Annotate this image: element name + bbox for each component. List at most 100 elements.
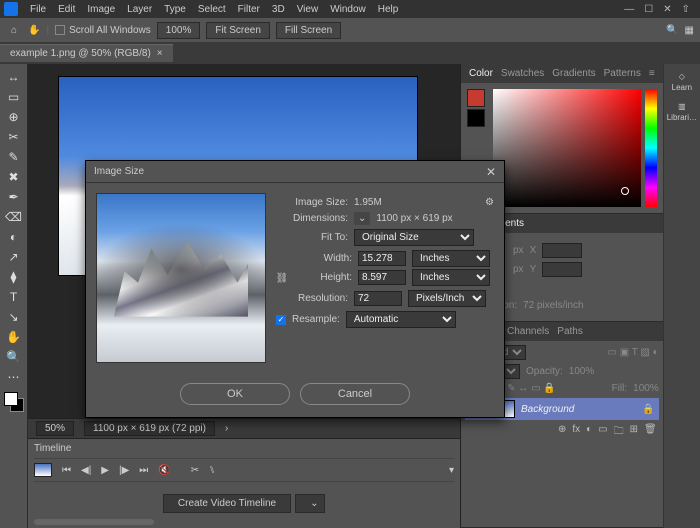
tool-move[interactable]: ↔: [3, 68, 25, 86]
patterns-tab[interactable]: Patterns: [604, 68, 641, 79]
tool-heal[interactable]: ✖: [3, 168, 25, 186]
height-field[interactable]: [358, 270, 406, 285]
workspace-icon[interactable]: ▦: [685, 25, 694, 36]
menu-3d[interactable]: 3D: [266, 4, 291, 15]
tool-shape[interactable]: ⧫: [3, 268, 25, 286]
tool-hand[interactable]: ✋: [3, 328, 25, 346]
menu-select[interactable]: Select: [192, 4, 232, 15]
dialog-gear-icon[interactable]: ⚙: [485, 197, 494, 208]
swatches-tab[interactable]: Swatches: [501, 68, 544, 79]
timeline-stepback-icon[interactable]: ◀|: [81, 465, 91, 476]
home-icon[interactable]: ⌂: [6, 22, 22, 38]
libraries-panel-button[interactable]: ▥ Librari…: [666, 100, 698, 124]
new-layer-icon[interactable]: ⊞: [630, 424, 638, 441]
window-minimize-icon[interactable]: —: [624, 4, 634, 15]
window-close-icon[interactable]: ✕: [663, 4, 671, 15]
layer-mask-icon[interactable]: ◐: [586, 424, 592, 441]
gradients-tab[interactable]: Gradients: [552, 68, 595, 79]
resolution-unit-select[interactable]: Pixels/Inch: [408, 290, 486, 307]
menu-file[interactable]: File: [24, 4, 52, 15]
tool-brush[interactable]: ✒: [3, 188, 25, 206]
adjustment-layer-icon[interactable]: ▭: [598, 424, 607, 441]
color-swatches[interactable]: [4, 392, 24, 412]
color-spectrum[interactable]: [493, 89, 641, 207]
menu-edit[interactable]: Edit: [52, 4, 81, 15]
opacity-value[interactable]: 100%: [569, 366, 595, 377]
imgsize-label: Image Size:: [276, 197, 348, 208]
background-swatch[interactable]: [467, 109, 485, 127]
status-docinfo[interactable]: 1100 px × 619 px (72 ppi): [84, 421, 215, 436]
menu-help[interactable]: Help: [372, 4, 405, 15]
fill-value[interactable]: 100%: [633, 383, 659, 394]
menu-window[interactable]: Window: [324, 4, 372, 15]
height-unit-select[interactable]: Inches: [412, 269, 490, 286]
timeline-tab[interactable]: Timeline: [34, 443, 454, 454]
delete-layer-icon[interactable]: 🗑: [644, 424, 657, 441]
panel-menu-icon[interactable]: ≡: [649, 68, 655, 79]
tool-crop[interactable]: ✂: [3, 128, 25, 146]
timeline-scrollbar[interactable]: [34, 519, 154, 525]
tool-pen[interactable]: ↗: [3, 248, 25, 266]
timeline-stepfwd-icon[interactable]: |▶: [119, 465, 129, 476]
resample-checkbox[interactable]: ✓: [276, 315, 286, 325]
status-arrow-icon[interactable]: ›: [225, 423, 228, 434]
tool-marquee[interactable]: ▭: [3, 88, 25, 106]
resample-select[interactable]: Automatic: [346, 311, 456, 328]
width-field[interactable]: [358, 251, 406, 266]
paths-tab[interactable]: Paths: [557, 326, 583, 337]
tool-text[interactable]: T: [3, 288, 25, 306]
tool-eraser[interactable]: ⌫: [3, 208, 25, 226]
tool-zoom[interactable]: 🔍: [3, 348, 25, 366]
fill-screen-button[interactable]: Fill Screen: [276, 22, 341, 39]
constrain-link-icon[interactable]: ⛓: [276, 266, 288, 290]
timeline-goend-icon[interactable]: ⏭: [139, 465, 148, 476]
dimensions-unit-toggle[interactable]: ⌄: [354, 212, 370, 225]
zoom-field[interactable]: 100%: [157, 22, 201, 39]
tool-more[interactable]: ⋯: [3, 368, 25, 386]
create-video-timeline-button[interactable]: Create Video Timeline: [163, 494, 291, 513]
x-field[interactable]: [542, 243, 582, 258]
tool-path[interactable]: ↘: [3, 308, 25, 326]
menu-view[interactable]: View: [291, 4, 325, 15]
tool-dodge[interactable]: ◐: [3, 228, 25, 246]
color-tab[interactable]: Color: [469, 68, 493, 79]
document-tab[interactable]: example 1.png @ 50% (RGB/8) ×: [0, 44, 173, 62]
ok-button[interactable]: OK: [180, 383, 290, 405]
status-zoom[interactable]: 50%: [36, 421, 74, 436]
tool-eyedropper[interactable]: ✎: [3, 148, 25, 166]
timeline-settings-icon[interactable]: ▾: [449, 465, 454, 476]
layer-name[interactable]: Background: [521, 404, 574, 415]
timeline-mute-icon[interactable]: 🔇: [158, 465, 170, 476]
current-tool-icon[interactable]: ✋: [28, 25, 40, 36]
create-video-dropdown[interactable]: ⌄: [295, 494, 325, 513]
timeline-split-icon[interactable]: ⑊: [209, 465, 215, 476]
foreground-swatch[interactable]: [467, 89, 485, 107]
fitto-select[interactable]: Original Size: [354, 229, 474, 246]
timeline-gostart-icon[interactable]: ⏮: [62, 465, 71, 476]
fit-screen-button[interactable]: Fit Screen: [206, 22, 270, 39]
scroll-all-windows-checkbox[interactable]: Scroll All Windows: [55, 25, 151, 36]
menu-image[interactable]: Image: [81, 4, 121, 15]
y-field[interactable]: [542, 262, 582, 277]
resolution-field[interactable]: [354, 291, 402, 306]
group-icon[interactable]: 🗀: [614, 424, 624, 441]
timeline-scissors-icon[interactable]: ✂: [191, 465, 199, 476]
dialog-close-icon[interactable]: ✕: [486, 165, 496, 179]
timeline-play-icon[interactable]: ▶: [101, 465, 109, 476]
tool-lasso[interactable]: ⊕: [3, 108, 25, 126]
channels-tab[interactable]: Channels: [507, 326, 549, 337]
width-unit-select[interactable]: Inches: [412, 250, 490, 267]
learn-panel-button[interactable]: ◇ Learn: [666, 70, 698, 94]
link-layers-icon[interactable]: ⊕: [558, 424, 566, 441]
search-icon[interactable]: 🔍: [666, 25, 678, 36]
menu-layer[interactable]: Layer: [121, 4, 158, 15]
document-tab-close-icon[interactable]: ×: [157, 48, 163, 59]
hue-slider[interactable]: [645, 89, 657, 207]
window-maximize-icon[interactable]: ☐: [644, 4, 653, 15]
layer-fx-icon[interactable]: fx: [572, 424, 580, 441]
share-icon[interactable]: ⇧: [682, 4, 690, 15]
cancel-button[interactable]: Cancel: [300, 383, 410, 405]
menu-type[interactable]: Type: [158, 4, 192, 15]
menu-filter[interactable]: Filter: [232, 4, 266, 15]
dimensions-value: 1100 px × 619 px: [376, 213, 452, 224]
